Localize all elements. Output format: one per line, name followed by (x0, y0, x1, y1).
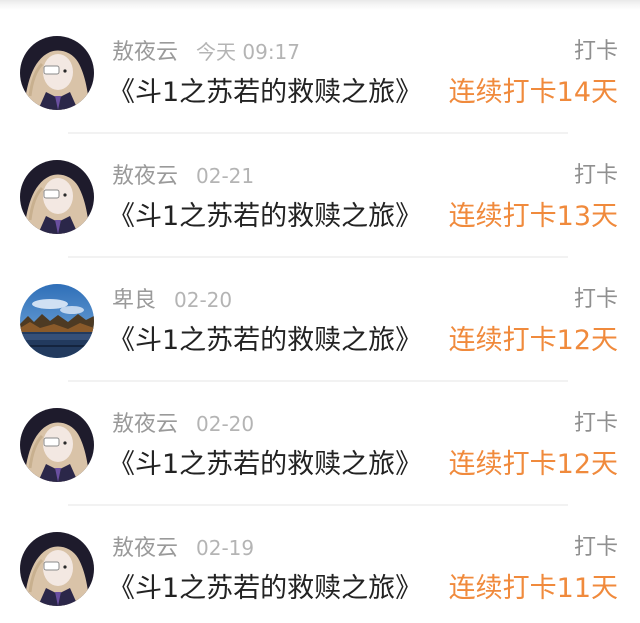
feed-item[interactable]: 卑良 02-20 打卡 《斗1之苏若的救赎之旅》 连续打卡12天 (0, 258, 640, 382)
feed-item[interactable]: 敖夜云 02-19 打卡 《斗1之苏若的救赎之旅》 连续打卡11天 (0, 506, 640, 623)
post-time: 02-19 (196, 536, 255, 560)
anime-girl-avatar[interactable] (20, 160, 94, 234)
post-time: 02-21 (196, 164, 255, 188)
post-time: 02-20 (196, 412, 255, 436)
post-time: 02-20 (174, 288, 233, 312)
post-time: 今天 09:17 (196, 40, 301, 64)
feed-item[interactable]: 敖夜云 02-20 打卡 《斗1之苏若的救赎之旅》 连续打卡12天 (0, 382, 640, 506)
anime-girl-avatar[interactable] (20, 36, 94, 110)
username-text[interactable]: 敖夜云 (112, 164, 178, 189)
checkin-label: 打卡 (573, 287, 618, 312)
checkin-label: 打卡 (573, 39, 618, 64)
streak-badge: 连续打卡12天 (448, 325, 618, 356)
username-text[interactable]: 敖夜云 (112, 536, 178, 561)
username-text[interactable]: 敖夜云 (112, 412, 178, 437)
username-text[interactable]: 敖夜云 (112, 40, 178, 65)
book-title-link[interactable]: 《斗1之苏若的救赎之旅》 (108, 76, 422, 110)
book-title-link[interactable]: 《斗1之苏若的救赎之旅》 (108, 572, 422, 606)
username[interactable]: 敖夜云 02-20 (112, 410, 254, 439)
checkin-label: 打卡 (573, 163, 618, 188)
book-title-link[interactable]: 《斗1之苏若的救赎之旅》 (108, 324, 422, 358)
streak-badge: 连续打卡13天 (448, 201, 618, 232)
username[interactable]: 敖夜云 今天 09:17 (112, 38, 300, 67)
username[interactable]: 敖夜云 02-21 (112, 162, 254, 191)
anime-girl-avatar[interactable] (20, 532, 94, 606)
streak-badge: 连续打卡12天 (448, 449, 618, 480)
book-title-link[interactable]: 《斗1之苏若的救赎之旅》 (108, 200, 422, 234)
username[interactable]: 卑良 02-20 (112, 286, 232, 315)
checkin-feed-list: 敖夜云 今天 09:17 打卡 《斗1之苏若的救赎之旅》 连续打卡14天 敖夜云… (0, 10, 640, 623)
top-divider (0, 0, 640, 10)
book-title-link[interactable]: 《斗1之苏若的救赎之旅》 (108, 448, 422, 482)
anime-girl-avatar[interactable] (20, 408, 94, 482)
landscape-avatar[interactable] (20, 284, 94, 358)
feed-item[interactable]: 敖夜云 02-21 打卡 《斗1之苏若的救赎之旅》 连续打卡13天 (0, 134, 640, 258)
feed-item[interactable]: 敖夜云 今天 09:17 打卡 《斗1之苏若的救赎之旅》 连续打卡14天 (0, 10, 640, 134)
streak-badge: 连续打卡11天 (448, 573, 618, 604)
checkin-label: 打卡 (573, 535, 618, 560)
username[interactable]: 敖夜云 02-19 (112, 534, 254, 563)
streak-badge: 连续打卡14天 (448, 77, 618, 108)
checkin-feed-page: 敖夜云 今天 09:17 打卡 《斗1之苏若的救赎之旅》 连续打卡14天 敖夜云… (0, 0, 640, 623)
checkin-label: 打卡 (573, 411, 618, 436)
username-text[interactable]: 卑良 (112, 288, 156, 313)
